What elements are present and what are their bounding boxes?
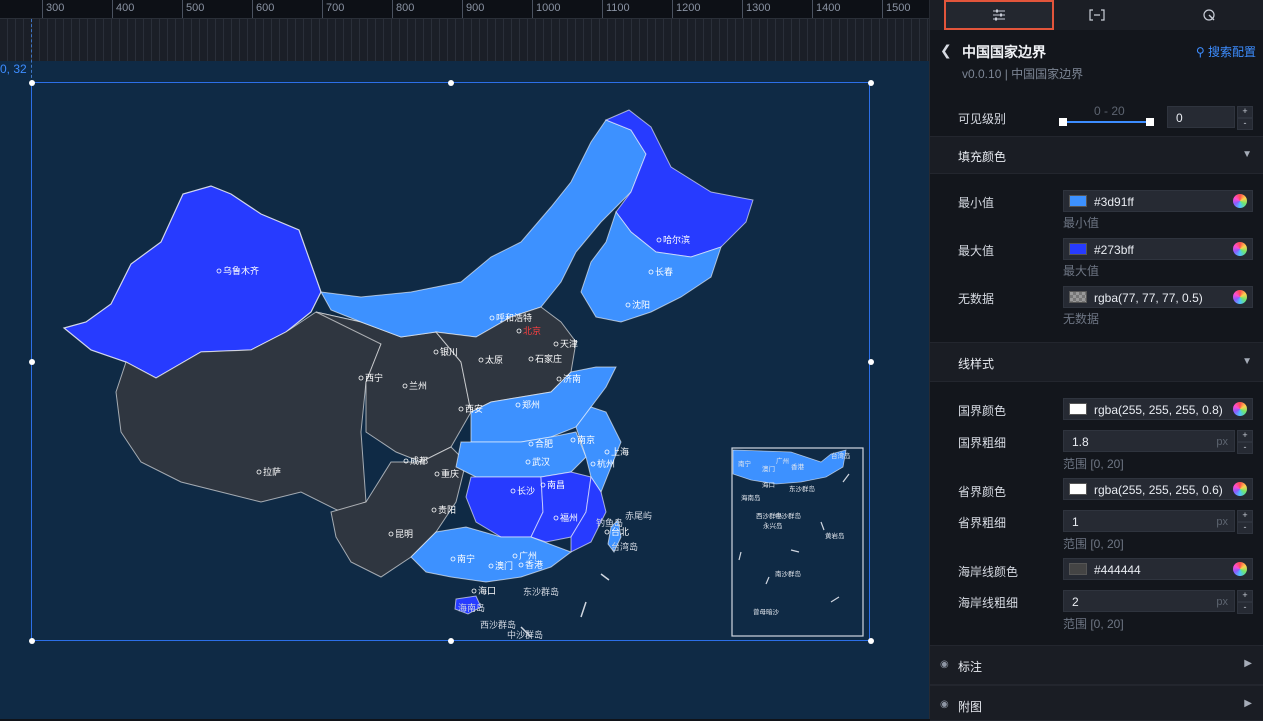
search-config-link[interactable]: ⚲ 搜索配置 — [1196, 43, 1256, 60]
resize-handle[interactable] — [29, 359, 35, 365]
ruler-tick: 1500 — [882, 0, 910, 18]
ruler-tick: 900 — [462, 0, 484, 18]
country-width-stepper[interactable]: + - — [1237, 430, 1253, 454]
visible-level-label: 可见级别 — [958, 112, 1007, 126]
selection-frame[interactable] — [29, 80, 874, 644]
interaction-icon — [1203, 9, 1215, 21]
ruler-tick: 700 — [322, 0, 344, 18]
tab-config[interactable] — [944, 0, 1054, 30]
chevron-right-icon: ▶ — [1244, 698, 1252, 709]
resize-handle[interactable] — [29, 638, 35, 644]
level-stepper[interactable]: + - — [1237, 106, 1253, 130]
coastline-width-stepper[interactable]: + - — [1237, 590, 1253, 614]
eye-icon[interactable]: ◉ — [940, 659, 949, 670]
canvas-top-strip — [0, 19, 929, 61]
component-header: ❮ 中国国家边界 v0.0.10 | 中国国家边界 ⚲ 搜索配置 — [930, 30, 1263, 96]
guide-line — [31, 19, 32, 83]
level-slider-track[interactable] — [1063, 121, 1151, 123]
ruler-tick: 1100 — [602, 0, 630, 18]
coastline-swatch — [1069, 563, 1087, 575]
ruler-tick: 1200 — [672, 0, 700, 18]
sliders-icon — [993, 9, 1005, 21]
back-chevron-icon[interactable]: ❮ — [940, 42, 952, 59]
color-wheel-icon[interactable] — [1233, 194, 1247, 208]
ruler-tick: 500 — [182, 0, 204, 18]
chevron-down-icon: ▼ — [1242, 149, 1252, 160]
tab-interaction[interactable] — [1154, 0, 1263, 30]
label-section[interactable]: ◉ 标注 ▶ — [930, 645, 1263, 685]
coastline-width-input[interactable]: 2 px — [1063, 590, 1235, 612]
chevron-right-icon: ▶ — [1244, 658, 1252, 669]
resize-handle[interactable] — [868, 638, 874, 644]
chevron-down-icon: ▼ — [1242, 356, 1252, 367]
coastline-color-field[interactable]: #444444 — [1063, 558, 1253, 580]
ruler-tick: 1000 — [532, 0, 560, 18]
ruler-tick: 1300 — [742, 0, 770, 18]
province-border-color-field[interactable]: rgba(255, 255, 255, 0.6) — [1063, 478, 1253, 500]
tab-data[interactable] — [1042, 0, 1152, 30]
ruler-tick: 400 — [112, 0, 134, 18]
min-color-swatch — [1069, 195, 1087, 207]
search-icon: ⚲ — [1195, 45, 1205, 59]
nodata-color-swatch — [1069, 291, 1087, 303]
fill-color-section[interactable]: 填充颜色 ▼ — [930, 136, 1263, 174]
country-border-width-input[interactable]: 1.8 px — [1063, 430, 1235, 452]
min-color-field[interactable]: #3d91ff — [1063, 190, 1253, 212]
attach-section[interactable]: ◉ 附图 ▶ — [930, 685, 1263, 721]
nodata-color-field[interactable]: rgba(77, 77, 77, 0.5) — [1063, 286, 1253, 308]
resize-handle[interactable] — [868, 359, 874, 365]
coordinate-readout: 0, 32 — [0, 62, 27, 76]
max-color-swatch — [1069, 243, 1087, 255]
color-wheel-icon[interactable] — [1233, 290, 1247, 304]
province-width-stepper[interactable]: + - — [1237, 510, 1253, 534]
ruler-tick: 800 — [392, 0, 414, 18]
level-range-text: 0 - 20 — [1094, 104, 1125, 118]
component-version: v0.0.10 | 中国国家边界 — [962, 67, 1084, 81]
resize-handle[interactable] — [29, 80, 35, 86]
bracket-icon — [1089, 9, 1105, 21]
level-slider-min-handle[interactable] — [1059, 118, 1067, 126]
line-style-section[interactable]: 线样式 ▼ — [930, 342, 1263, 382]
panel-tabs — [930, 0, 1263, 30]
resize-handle[interactable] — [868, 80, 874, 86]
editor-canvas[interactable]: 300 400 500 600 700 800 900 1000 1100 1200 1300 140… — [0, 0, 929, 719]
level-slider-max-handle[interactable] — [1146, 118, 1154, 126]
color-wheel-icon[interactable] — [1233, 402, 1247, 416]
color-wheel-icon[interactable] — [1233, 242, 1247, 256]
max-color-field[interactable]: #273bff — [1063, 238, 1253, 260]
ruler-tick: 300 — [42, 0, 64, 18]
resize-handle[interactable] — [448, 80, 454, 86]
ruler-tick: 600 — [252, 0, 274, 18]
province-border-width-input[interactable]: 1 px — [1063, 510, 1235, 532]
eye-icon[interactable]: ◉ — [940, 699, 949, 710]
component-title: 中国国家边界 — [962, 44, 1046, 60]
resize-handle[interactable] — [448, 638, 454, 644]
country-border-swatch — [1069, 403, 1087, 415]
horizontal-ruler: 300 400 500 600 700 800 900 1000 1100 1200 1300 140… — [0, 0, 929, 19]
color-wheel-icon[interactable] — [1233, 562, 1247, 576]
level-input[interactable]: 0 — [1167, 106, 1235, 128]
ruler-tick: 1400 — [812, 0, 840, 18]
province-border-swatch — [1069, 483, 1087, 495]
color-wheel-icon[interactable] — [1233, 482, 1247, 496]
country-border-color-field[interactable]: rgba(255, 255, 255, 0.8) — [1063, 398, 1253, 420]
config-panel: ❮ 中国国家边界 v0.0.10 | 中国国家边界 ⚲ 搜索配置 可见级别 0 … — [929, 0, 1263, 721]
